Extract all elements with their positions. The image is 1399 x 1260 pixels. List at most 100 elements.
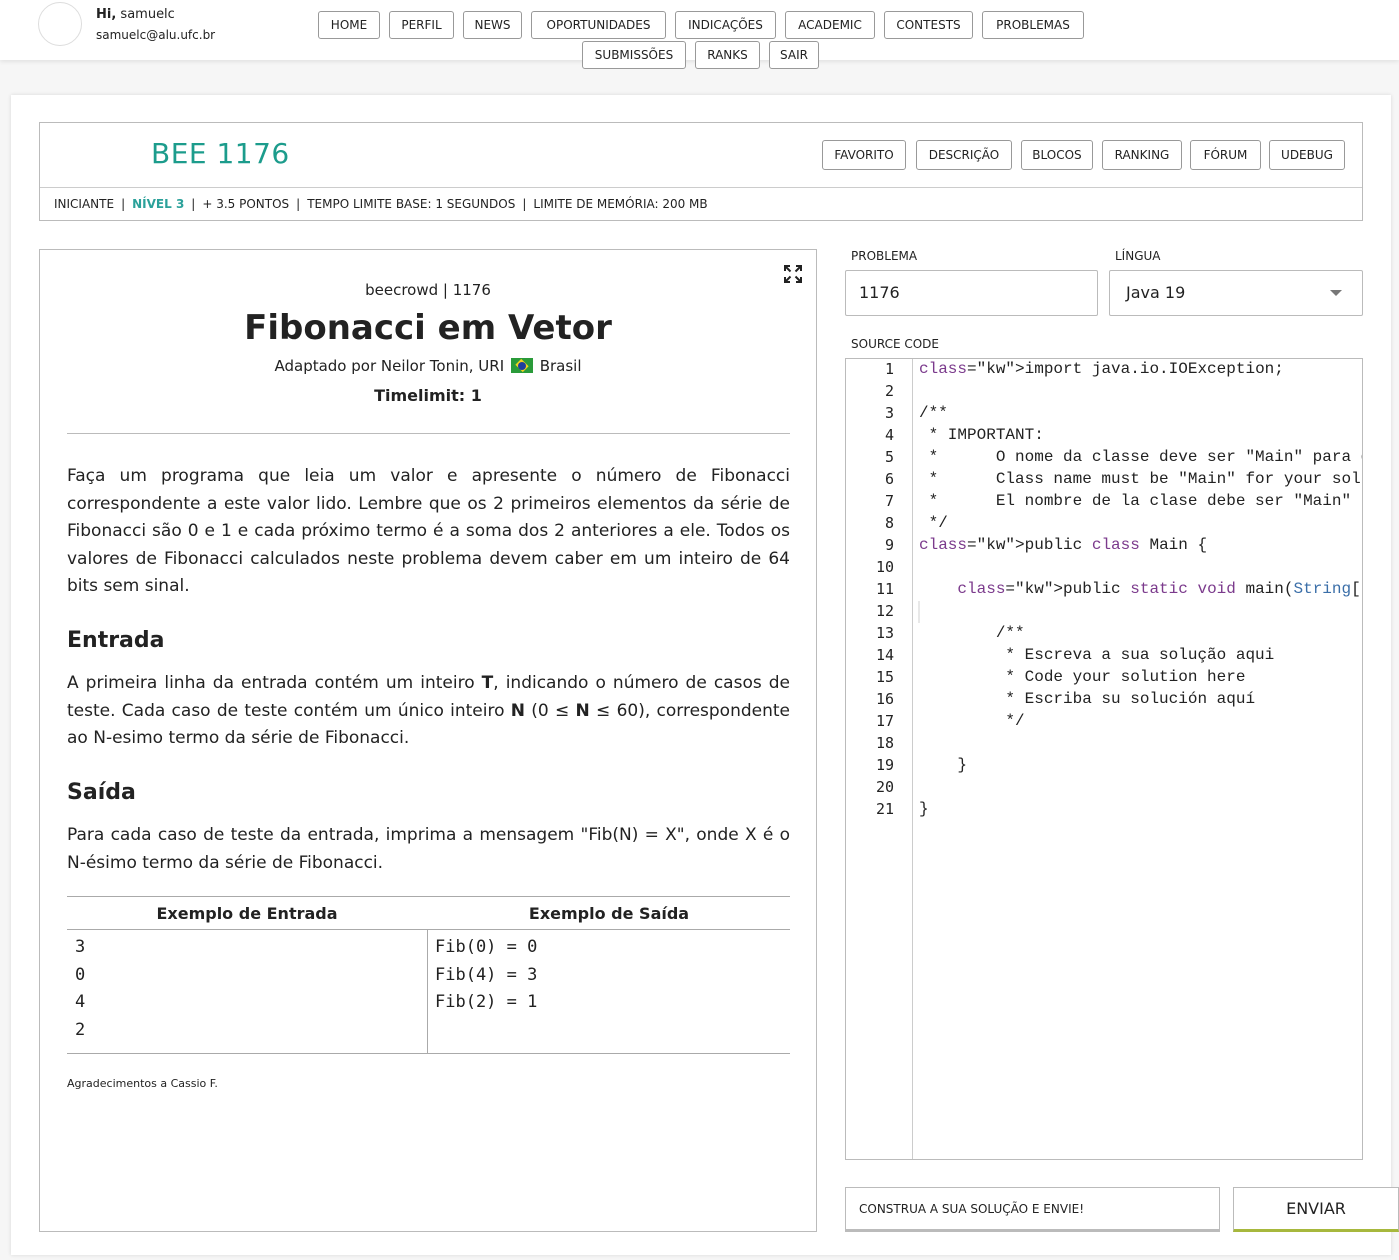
nav-ranks[interactable]: RANKS bbox=[695, 41, 760, 69]
problem-id-input[interactable]: 1176 bbox=[845, 270, 1098, 316]
code-line: * Code your solution here bbox=[919, 668, 1246, 686]
example-table: Exemplo de Entrada Exemplo de Saída 3 0 … bbox=[67, 896, 790, 1054]
line-number: 21 bbox=[875, 800, 894, 818]
user-greeting: Hi, samuelc bbox=[96, 7, 175, 22]
source-code-label: SOURCE CODE bbox=[851, 337, 940, 351]
code-line: * Escriba su solución aquí bbox=[919, 690, 1256, 708]
nav-news[interactable]: NEWS bbox=[463, 11, 522, 39]
line-number: 18 bbox=[875, 734, 894, 752]
language-field-label: LÍNGUA bbox=[1115, 249, 1161, 263]
line-number: 14 bbox=[875, 646, 894, 664]
tab-favorito[interactable]: FAVORITO bbox=[822, 140, 906, 170]
nav-oportunidades[interactable]: OPORTUNIDADES bbox=[531, 11, 666, 39]
code-line: class="kw">import java.io.IOException; bbox=[919, 360, 1284, 378]
meta-points: + 3.5 PONTOS bbox=[202, 197, 290, 211]
code-line: } bbox=[919, 756, 968, 774]
author-prefix: Adaptado por Neilor Tonin, URI bbox=[274, 357, 505, 375]
description-divider bbox=[67, 433, 790, 434]
line-number: 15 bbox=[875, 668, 894, 686]
submit-button[interactable]: ENVIAR bbox=[1233, 1187, 1399, 1232]
tab-udebug[interactable]: UDEBUG bbox=[1269, 140, 1345, 170]
problem-timelimit: Timelimit: 1 bbox=[374, 386, 482, 405]
line-number: 11 bbox=[875, 580, 894, 598]
username: samuelc bbox=[120, 7, 175, 22]
nav-perfil[interactable]: PERFIL bbox=[389, 11, 454, 39]
example-output-heading: Exemplo de Saída bbox=[528, 904, 690, 923]
code-line: class="kw">public class Main { bbox=[919, 536, 1208, 554]
meta-memory-limit: LIMITE DE MEMÓRIA: 200 MB bbox=[533, 197, 708, 211]
language-selected: Java 19 bbox=[1126, 283, 1186, 302]
problem-description: beecrowd | 1176 Fibonacci em Vetor Adapt… bbox=[39, 249, 817, 1232]
line-number-gutter: 1 2 3 4 5 6 7 8 9 10 11 12 13 14 15 16 17 18 19 20 21 bbox=[846, 359, 913, 1159]
user-email: samuelc@alu.ufc.br bbox=[96, 28, 216, 42]
problem-field-label: PROBLEMA bbox=[851, 249, 918, 263]
code-line: /** bbox=[919, 404, 948, 422]
example-output: Fib(0) = 0 Fib(4) = 3 Fib(2) = 1 bbox=[435, 937, 538, 1012]
nav-home[interactable]: HOME bbox=[318, 11, 380, 39]
meta-level: NÍVEL 3 bbox=[132, 197, 185, 211]
nav-sair[interactable]: SAIR bbox=[769, 41, 819, 69]
line-number: 3 bbox=[884, 404, 894, 422]
nav-submissoes[interactable]: SUBMISSÕES bbox=[582, 41, 686, 69]
code-editor[interactable]: 1 2 3 4 5 6 7 8 9 10 11 12 13 14 15 16 17 18 19 20 21 class=… bbox=[845, 358, 1363, 1160]
problem-code-title: BEE 1176 bbox=[151, 137, 290, 170]
problem-source: beecrowd | 1176 bbox=[365, 281, 491, 299]
line-number: 17 bbox=[875, 712, 894, 730]
chevron-down-icon bbox=[1330, 290, 1342, 296]
top-header: Hi, samuelc samuelc@alu.ufc.br HOME PERF… bbox=[0, 0, 1399, 69]
nav-problemas[interactable]: PROBLEMAS bbox=[982, 11, 1084, 39]
example-input-heading: Exemplo de Entrada bbox=[156, 904, 338, 923]
line-number: 5 bbox=[884, 448, 894, 466]
line-number: 13 bbox=[875, 624, 894, 642]
tab-descricao[interactable]: DESCRIÇÃO bbox=[916, 140, 1012, 170]
greeting-label: Hi, bbox=[96, 7, 117, 22]
nav-academic[interactable]: ACADEMIC bbox=[785, 11, 875, 39]
line-number: 6 bbox=[884, 470, 894, 488]
line-number: 16 bbox=[875, 690, 894, 708]
line-number: 7 bbox=[884, 492, 894, 510]
line-number: 12 bbox=[875, 602, 894, 620]
line-number: 8 bbox=[884, 514, 894, 532]
code-line: /** bbox=[919, 624, 1025, 642]
example-input: 3 0 4 2 bbox=[75, 937, 86, 1040]
problem-title: Fibonacci em Vetor bbox=[244, 308, 612, 348]
line-number: 9 bbox=[884, 536, 894, 554]
line-number: 20 bbox=[875, 778, 894, 796]
code-line: */ bbox=[919, 712, 1025, 730]
code-line: class="kw">public static void main(Strin… bbox=[957, 580, 1362, 598]
meta-category: INICIANTE bbox=[54, 197, 115, 211]
tab-forum[interactable]: FÓRUM bbox=[1190, 140, 1261, 170]
input-text: A primeira linha da entrada contém um in… bbox=[67, 673, 791, 748]
line-number: 10 bbox=[875, 558, 894, 576]
brazil-flag-icon bbox=[510, 358, 533, 373]
tab-blocos[interactable]: BLOCOS bbox=[1021, 140, 1093, 170]
problem-header: BEE 1176 FAVORITO DESCRIÇÃO BLOCOS RANKI… bbox=[39, 122, 1363, 221]
acknowledgement: Agradecimentos a Cassio F. bbox=[67, 1077, 218, 1090]
line-number: 4 bbox=[884, 426, 894, 444]
code-line: * El nombre de la clase debe ser "Main" … bbox=[928, 492, 1362, 510]
submit-hint: CONSTRUA A SUA SOLUÇÃO E ENVIE! bbox=[845, 1187, 1220, 1232]
code-line: * O nome da classe deve ser "Main" para … bbox=[928, 448, 1362, 466]
code-line: } bbox=[919, 800, 929, 818]
output-text: Para cada caso de teste da entrada, impr… bbox=[67, 825, 790, 873]
nav-indicacoes[interactable]: INDICAÇÕES bbox=[675, 11, 776, 39]
input-heading: Entrada bbox=[67, 628, 165, 653]
problem-author: Adaptado por Neilor Tonin, URI Brasil bbox=[40, 357, 816, 375]
line-number: 1 bbox=[884, 360, 894, 378]
problem-meta: INICIANTE | NÍVEL 3 | + 3.5 PONTOS | TEMPO LIM… bbox=[54, 197, 708, 211]
code-line: * Class name must be "Main" for your sol… bbox=[928, 470, 1362, 488]
code-line: * IMPORTANT: bbox=[919, 426, 1044, 444]
line-number: 2 bbox=[884, 382, 894, 400]
avatar[interactable] bbox=[38, 2, 82, 46]
code-line: */ bbox=[919, 514, 948, 532]
code-line: * Escreva a sua solução aqui bbox=[919, 646, 1275, 664]
author-country: Brasil bbox=[539, 357, 582, 375]
tab-ranking[interactable]: RANKING bbox=[1102, 140, 1182, 170]
line-number: 19 bbox=[875, 756, 894, 774]
language-select[interactable]: Java 19 bbox=[1109, 270, 1363, 316]
output-heading: Saída bbox=[67, 780, 136, 805]
header-divider bbox=[40, 187, 1362, 188]
meta-time-limit: TEMPO LIMITE BASE: 1 SEGUNDOS bbox=[307, 197, 516, 211]
problem-intro: Faça um programa que leia um valor e apr… bbox=[67, 466, 790, 596]
nav-contests[interactable]: CONTESTS bbox=[884, 11, 973, 39]
